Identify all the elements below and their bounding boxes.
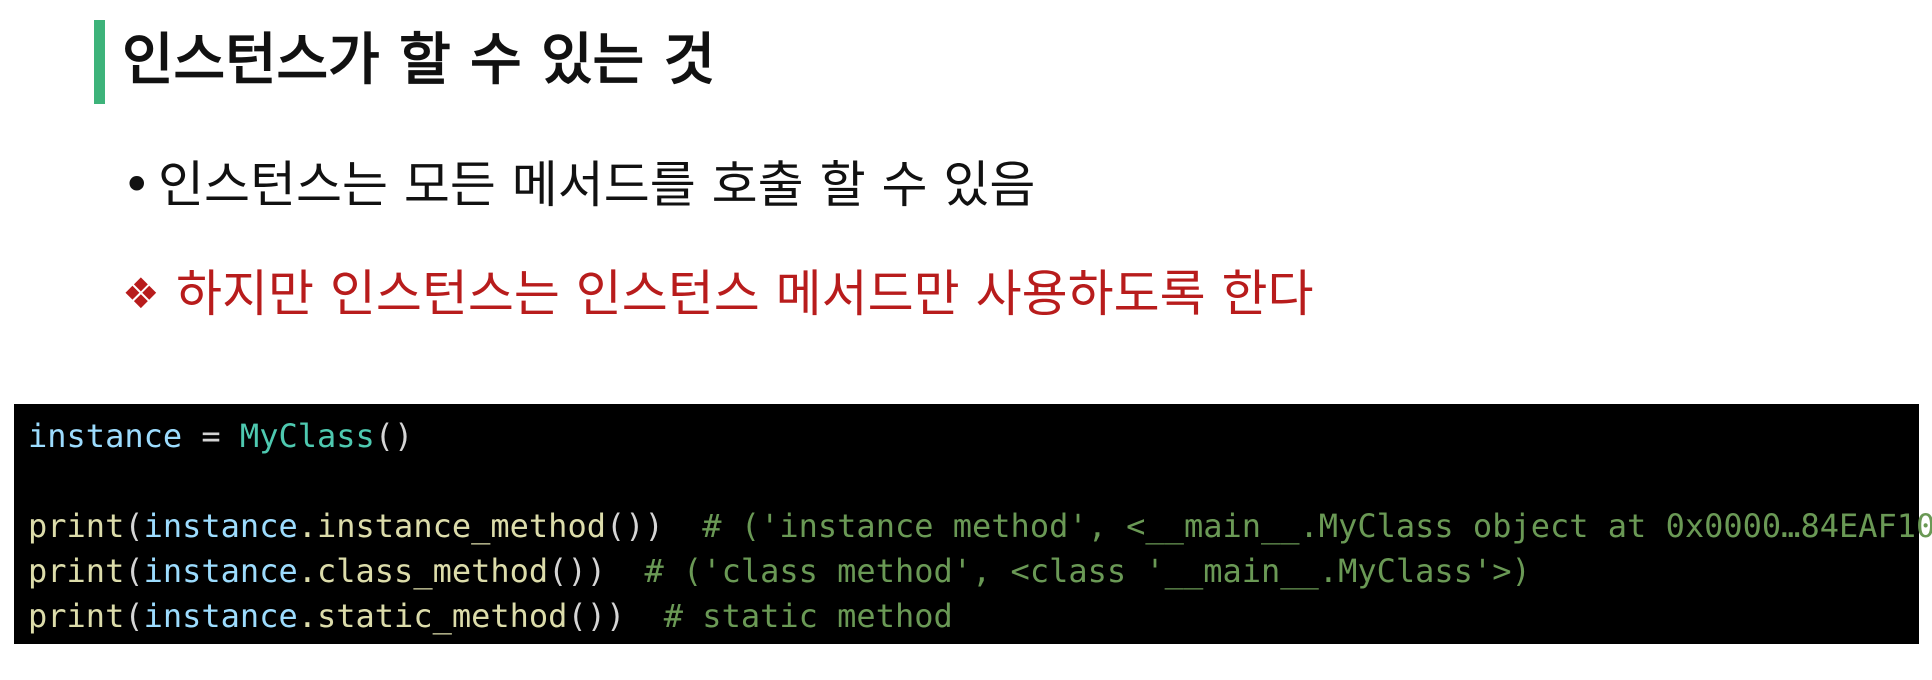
code-line-4: print(instance.class_method()) # ('class… [28, 549, 1905, 594]
code-variable: instance [28, 417, 183, 455]
code-function: print [28, 552, 125, 590]
code-variable: instance [143, 507, 298, 545]
code-line-2-blank [28, 459, 1905, 504]
slide-title: 인스턴스가 할 수 있는 것 [122, 28, 716, 93]
code-punctuation: ()) [605, 507, 664, 545]
bullet-item: • 인스턴스는 모든 메서드를 호출 할 수 있음 [122, 150, 1035, 220]
code-punctuation: ()) [548, 552, 606, 590]
code-method: .class_method [297, 552, 549, 590]
bullet-text: 인스턴스는 모든 메서드를 호출 할 수 있음 [158, 156, 1036, 214]
code-function: print [28, 597, 125, 635]
note-text: 하지만 인스턴스는 인스턴스 메서드만 사용하도록 한다 [176, 265, 1314, 323]
code-variable: instance [143, 597, 298, 635]
code-function: print [28, 507, 125, 545]
code-punctuation: ( [124, 597, 144, 635]
title-accent-bar [94, 20, 105, 104]
code-block: instance = MyClass() print(instance.inst… [14, 404, 1932, 644]
code-punctuation: ( [124, 552, 144, 590]
code-line-5: print(instance.static_method()) # static… [28, 594, 1905, 639]
code-comment: # ('instance method', <__main__.MyClass … [663, 507, 1932, 545]
note-item: ❖ 하지만 인스턴스는 인스턴스 메서드만 사용하도록 한다 [122, 258, 1313, 330]
code-class-name: MyClass [239, 417, 375, 455]
code-variable: instance [143, 552, 298, 590]
code-punctuation: ( [124, 507, 144, 545]
code-method: .instance_method [297, 507, 606, 545]
code-comment: # static method [625, 597, 953, 635]
code-punctuation: ()) [567, 597, 626, 635]
code-line-1: instance = MyClass() [28, 414, 1905, 459]
code-comment: # ('class method', <class '__main__.MyCl… [605, 552, 1531, 590]
code-operator: = [182, 417, 240, 455]
bullet-marker: • [122, 156, 152, 214]
code-line-3: print(instance.instance_method()) # ('in… [28, 504, 1932, 549]
diamond-ornament-icon: ❖ [122, 269, 160, 318]
code-punctuation: () [374, 417, 414, 455]
code-method: .static_method [297, 597, 568, 635]
